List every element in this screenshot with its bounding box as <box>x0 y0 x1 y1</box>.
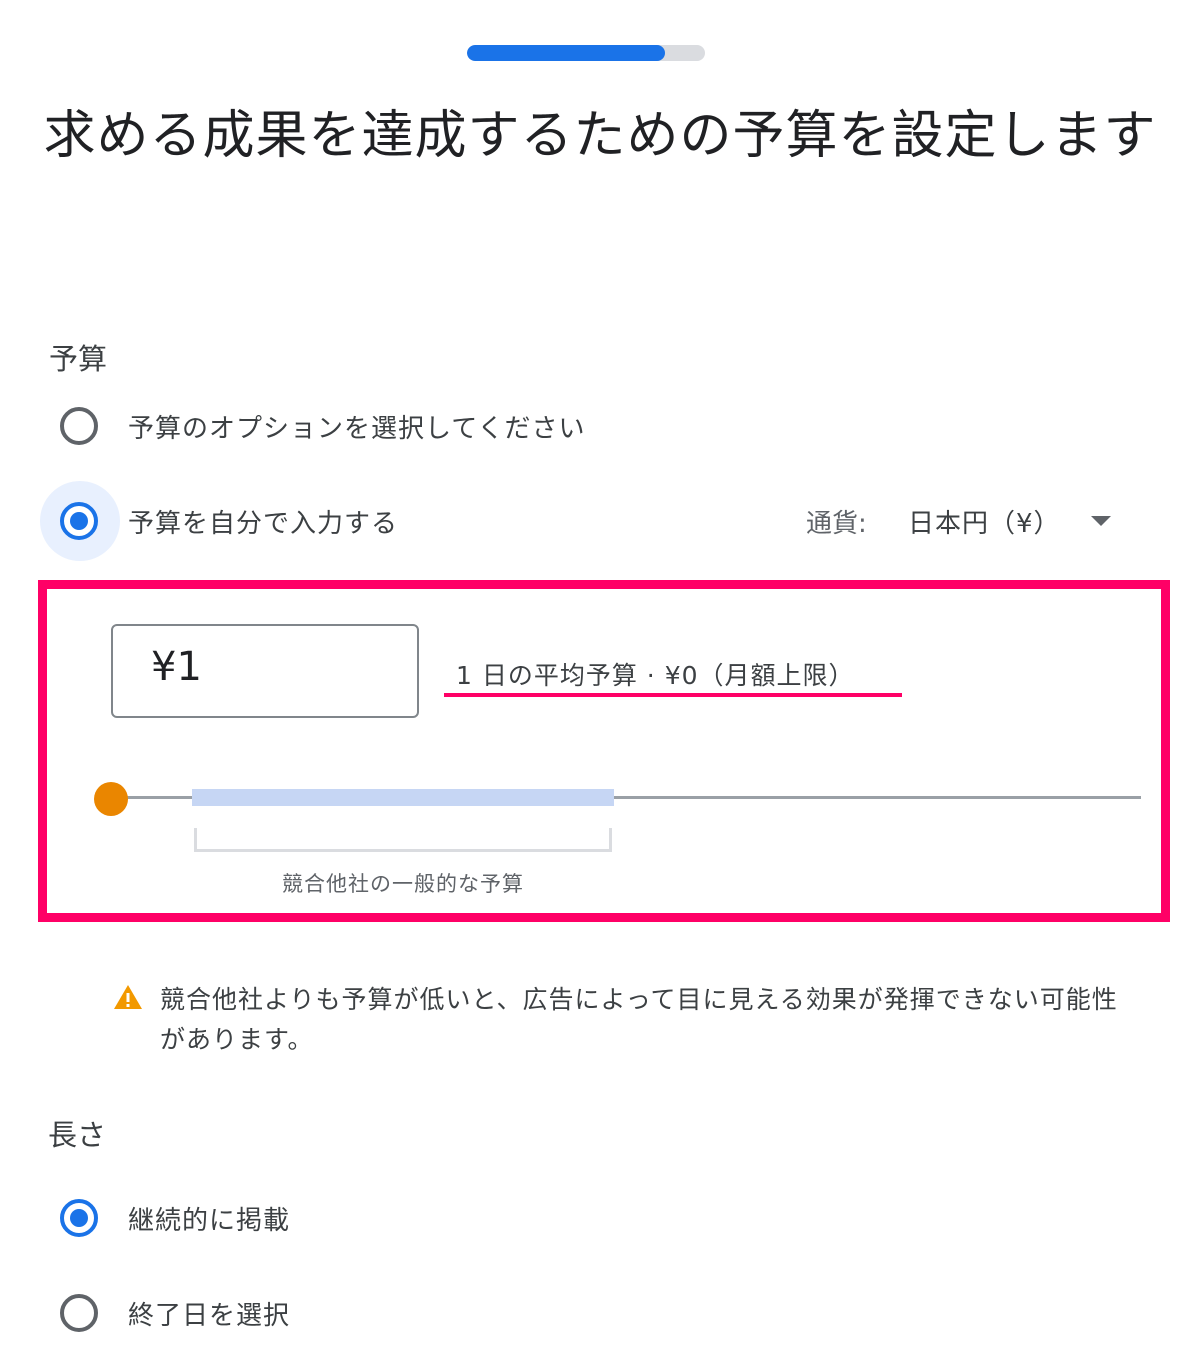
competitor-range-band <box>192 789 614 806</box>
length-section-label: 長さ <box>48 1118 107 1152</box>
budget-option-preset-label: 予算のオプションを選択してください <box>128 414 586 444</box>
length-option-end-date[interactable]: 終了日を選択 <box>40 1273 440 1353</box>
progress-bar-fill <box>467 45 665 61</box>
budget-amount-value[interactable]: ¥1 <box>151 644 202 690</box>
currency-label: 通貨: <box>806 509 867 539</box>
budget-option-custom-label: 予算を自分で入力する <box>128 509 399 539</box>
currency-value: 日本円（¥） <box>908 509 1061 539</box>
budget-option-custom[interactable]: 予算を自分で入力する <box>40 481 540 561</box>
length-option-end-date-label: 終了日を選択 <box>128 1301 291 1331</box>
competitor-range-label: 競合他社の一般的な予算 <box>282 872 524 896</box>
length-option-continuous-label: 継続的に掲載 <box>128 1206 291 1236</box>
radio-unselected-icon[interactable] <box>60 1294 98 1332</box>
radio-selected-icon[interactable] <box>60 502 98 540</box>
radio-selected-icon[interactable] <box>60 1199 98 1237</box>
length-option-continuous[interactable]: 継続的に掲載 <box>40 1178 440 1258</box>
low-budget-warning-text: 競合他社よりも予算が低いと、広告によって目に見える効果が発揮できない可能性があり… <box>160 985 1118 1054</box>
currency-select[interactable]: 通貨: 日本円（¥） <box>800 500 1120 544</box>
daily-average-budget-text: 1 日の平均予算 · ¥0（月額上限） <box>456 661 855 690</box>
chevron-down-icon[interactable] <box>1091 516 1111 526</box>
budget-section-label: 予算 <box>49 342 108 376</box>
budget-slider-thumb[interactable] <box>94 782 128 816</box>
radio-unselected-icon[interactable] <box>60 407 98 445</box>
budget-amount-input[interactable]: ¥1 <box>111 624 419 718</box>
progress-bar <box>467 45 705 61</box>
budget-option-preset[interactable]: 予算のオプションを選択してください <box>40 386 640 466</box>
warning-icon <box>114 985 142 1009</box>
page-title: 求める成果を達成するための予算を設定します <box>43 106 1157 166</box>
competitor-range-bracket <box>194 828 612 852</box>
highlight-underline <box>444 693 902 697</box>
